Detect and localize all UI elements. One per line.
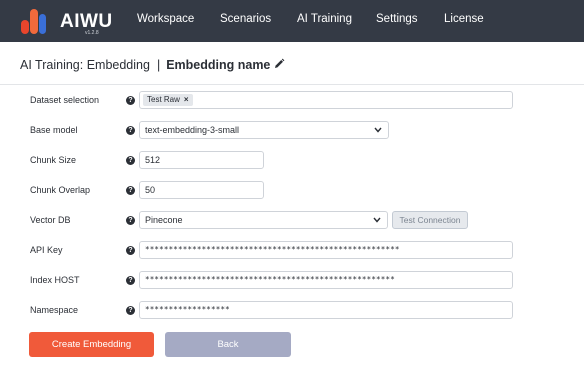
page-title: AI Training: Embedding | Embedding name (20, 58, 270, 72)
pencil-icon[interactable] (273, 58, 285, 70)
help-icon[interactable]: ? (126, 306, 135, 315)
chunk-size-label: Chunk Size (30, 155, 77, 165)
namespace-label: Namespace (30, 305, 79, 315)
breadcrumb-section: AI Training: Embedding (20, 58, 150, 72)
chunk-overlap-input[interactable]: 50 (139, 181, 264, 199)
index-host-label: Index HOST (30, 275, 80, 285)
dataset-label: Dataset selection (30, 95, 100, 105)
base-model-select[interactable]: text-embedding-3-small (139, 121, 389, 139)
api-key-label: API Key (30, 245, 63, 255)
top-navigation-bar: AIWU v1.2.8 Workspace Scenarios AI Train… (0, 0, 584, 42)
vector-db-value: Pinecone (145, 215, 183, 225)
dataset-chip-label: Test Raw (147, 95, 180, 104)
header-divider (0, 84, 584, 85)
help-icon[interactable]: ? (126, 126, 135, 135)
dataset-multiselect[interactable]: Test Raw × (139, 91, 513, 109)
chunk-overlap-label: Chunk Overlap (30, 185, 91, 195)
nav-settings[interactable]: Settings (376, 13, 418, 25)
version-label: v1.2.8 (85, 30, 99, 36)
aiwu-logo-icon (21, 9, 46, 34)
chevron-down-icon (373, 217, 381, 223)
namespace-input[interactable]: ****************** (139, 301, 513, 319)
chunk-size-input[interactable]: 512 (139, 151, 264, 169)
help-icon[interactable]: ? (126, 186, 135, 195)
help-icon[interactable]: ? (126, 96, 135, 105)
help-icon[interactable]: ? (126, 276, 135, 285)
base-model-value: text-embedding-3-small (145, 125, 240, 135)
api-key-input[interactable]: ****************************************… (139, 241, 513, 259)
chevron-down-icon (374, 127, 382, 133)
base-model-label: Base model (30, 125, 78, 135)
nav-scenarios[interactable]: Scenarios (220, 13, 271, 25)
dataset-chip: Test Raw × (143, 94, 193, 106)
help-icon[interactable]: ? (126, 246, 135, 255)
vector-db-label: Vector DB (30, 215, 71, 225)
embedding-name: Embedding name (166, 58, 271, 72)
index-host-input[interactable]: ****************************************… (139, 271, 513, 289)
help-icon[interactable]: ? (126, 216, 135, 225)
vector-db-select[interactable]: Pinecone (139, 211, 388, 229)
nav-workspace[interactable]: Workspace (137, 13, 194, 25)
nav-license[interactable]: License (444, 13, 484, 25)
title-separator: | (156, 58, 161, 72)
create-embedding-button[interactable]: Create Embedding (29, 332, 154, 357)
nav-ai-training[interactable]: AI Training (297, 13, 352, 25)
test-connection-button[interactable]: Test Connection (392, 211, 468, 229)
back-button[interactable]: Back (165, 332, 291, 357)
chip-remove-icon[interactable]: × (184, 95, 189, 104)
main-panel: AI Training: Embedding | Embedding name Da… (0, 42, 584, 370)
help-icon[interactable]: ? (126, 156, 135, 165)
